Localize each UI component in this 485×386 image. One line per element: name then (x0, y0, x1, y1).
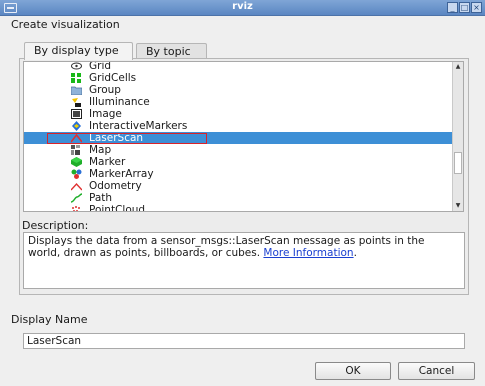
close-button[interactable]: × (471, 2, 482, 13)
interactive-markers-icon (72, 121, 81, 131)
list-item-label: MarkerArray (89, 168, 154, 180)
list-item-grid[interactable]: Grid (24, 62, 453, 72)
path-icon (71, 193, 82, 203)
pointcloud-icon (72, 206, 80, 211)
cancel-button[interactable]: Cancel (398, 362, 475, 380)
folder-icon (71, 86, 82, 95)
display-type-list[interactable]: Grid GridCells Group Illuminance Image I… (23, 61, 464, 212)
more-information-link[interactable]: More Information (263, 247, 353, 259)
list-item-label: GridCells (89, 72, 137, 84)
display-name-input[interactable] (23, 333, 465, 349)
list-item-marker[interactable]: Marker (24, 156, 453, 168)
list-item-label: LaserScan (89, 132, 144, 144)
minimize-button[interactable]: _ (447, 2, 458, 13)
list-item-pointcloud[interactable]: PointCloud (24, 204, 453, 212)
tab-by-topic[interactable]: By topic (136, 43, 207, 59)
list-item-laserscan[interactable]: LaserScan (24, 132, 453, 144)
image-icon (71, 109, 82, 119)
title-bar[interactable]: rviz _ □ × (0, 0, 485, 16)
description-label: Description: (22, 219, 89, 232)
ok-button[interactable]: OK (315, 362, 391, 380)
list-item-odometry[interactable]: Odometry (24, 180, 453, 192)
list-item-markerarray[interactable]: MarkerArray (24, 168, 453, 180)
list-item-label: Image (89, 108, 122, 120)
list-item-group[interactable]: Group (24, 84, 453, 96)
list-item-path[interactable]: Path (24, 192, 453, 204)
display-name-label: Display Name (11, 313, 88, 326)
list-item-label: Odometry (89, 180, 142, 192)
list-item-label: Group (89, 84, 121, 96)
marker-array-icon (71, 169, 82, 179)
marker-icon (71, 157, 82, 167)
list-scrollbar[interactable]: ▲ ▼ (452, 62, 463, 211)
list-item-gridcells[interactable]: GridCells (24, 72, 453, 84)
map-icon (71, 145, 80, 155)
tab-by-display-type[interactable]: By display type (24, 42, 133, 60)
list-item-image[interactable]: Image (24, 108, 453, 120)
illuminance-icon (72, 98, 81, 107)
list-item-label: InteractiveMarkers (89, 120, 188, 132)
list-item-label: Map (89, 144, 112, 156)
odometry-icon (71, 182, 82, 191)
gridcells-icon (71, 73, 81, 83)
laserscan-icon (71, 133, 82, 143)
list-item-label: Grid (89, 61, 112, 72)
scroll-up-arrow-icon[interactable]: ▲ (453, 62, 463, 72)
scrollbar-thumb[interactable] (454, 152, 462, 174)
description-text: Displays the data from a sensor_msgs::La… (28, 235, 425, 259)
maximize-button[interactable]: □ (459, 2, 470, 13)
list-item-map[interactable]: Map (24, 144, 453, 156)
list-item-label: PointCloud (89, 204, 146, 212)
scroll-down-arrow-icon[interactable]: ▼ (453, 201, 463, 211)
list-item-label: Path (89, 192, 113, 204)
grid-icon (71, 62, 82, 70)
dialog-heading: Create visualization (11, 18, 120, 31)
window-title: rviz (232, 1, 253, 12)
list-item-label: Marker (89, 156, 126, 168)
list-item-interactive-markers[interactable]: InteractiveMarkers (24, 120, 453, 132)
list-item-label: Illuminance (89, 96, 150, 108)
list-item-illuminance[interactable]: Illuminance (24, 96, 453, 108)
description-suffix: . (353, 247, 357, 259)
description-box: Displays the data from a sensor_msgs::La… (23, 232, 465, 289)
